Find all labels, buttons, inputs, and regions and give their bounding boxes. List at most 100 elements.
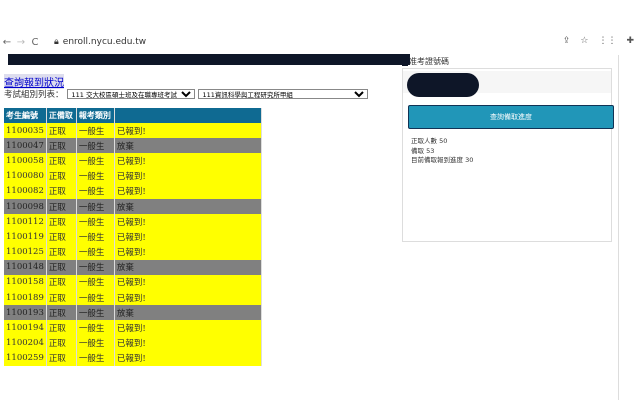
group-select[interactable]: 111資訊科學與工程研究所甲組 [197, 89, 368, 99]
table-row: 1100204 正取 一般生 已報到! [4, 335, 263, 351]
cell-status: 已報到! [114, 350, 263, 366]
cell-type: 正取 [46, 214, 77, 230]
cell-type: 正取 [46, 138, 77, 154]
cell-id: 1100204 [4, 335, 47, 351]
side-panel-edge [618, 55, 640, 400]
cell-id: 1100125 [4, 244, 47, 260]
cell-id: 1100058 [4, 153, 47, 169]
cell-type: 正取 [46, 290, 77, 306]
forward-button[interactable]: → [14, 37, 28, 48]
cell-cat: 一般生 [76, 198, 115, 215]
cell-id: 1100035 [4, 123, 47, 139]
cell-cat: 一般生 [76, 153, 115, 169]
table-row: 1100047 正取 一般生 放棄 [4, 138, 263, 154]
share-icon[interactable]: ⇪ [563, 36, 571, 46]
cell-status: 已報到! [114, 153, 263, 169]
cell-id: 1100194 [4, 320, 47, 336]
cell-cat: 一般生 [76, 229, 115, 245]
cell-id: 1100080 [4, 168, 47, 184]
cell-status: 放棄 [114, 138, 263, 154]
cell-cat: 一般生 [76, 274, 115, 291]
cell-type: 正取 [46, 274, 77, 291]
table-row: 1100058 正取 一般生 已報到! [4, 153, 263, 169]
table-row: 1100119 正取 一般生 已報到! [4, 229, 263, 245]
page-title[interactable]: 查詢報到狀況 [4, 74, 64, 89]
filter-label: 考試組別列表： [4, 90, 64, 100]
stats: 正取人數 50 備取 53 目前備取報到進度 30 [411, 137, 473, 166]
admission-number-label: 准考證號碼 [402, 56, 449, 67]
cell-type: 正取 [46, 259, 77, 275]
table-row: 1100259 正取 一般生 已報到! [4, 350, 263, 366]
cell-cat: 一般生 [76, 305, 115, 321]
col-header: 考生編號 [4, 108, 47, 123]
cell-id: 1100112 [4, 214, 47, 230]
cell-type: 正取 [46, 244, 77, 260]
cell-type: 正取 [46, 229, 77, 245]
redacted-bar [8, 54, 410, 65]
browser-toolbar: ← → C 🔒︎ enroll.nycu.edu.tw ⇪ ☆ ⋮⋮ ✚ [0, 30, 640, 54]
cell-status: 已報到! [114, 214, 263, 230]
cell-id: 1100047 [4, 138, 47, 154]
cell-type: 正取 [46, 335, 77, 351]
query-panel: 查詢備取進度 正取人數 50 備取 53 目前備取報到進度 30 [402, 68, 614, 242]
cell-status: 已報到! [114, 274, 263, 291]
cell-id: 1100158 [4, 274, 47, 291]
cell-cat: 一般生 [76, 335, 115, 351]
table-row: 1100189 正取 一般生 已報到! [4, 290, 263, 306]
cell-cat: 一般生 [76, 214, 115, 230]
cell-type: 正取 [46, 183, 77, 199]
table-row: 1100194 正取 一般生 已報到! [4, 320, 263, 336]
cell-status: 放棄 [114, 305, 263, 321]
cell-cat: 一般生 [76, 320, 115, 336]
star-icon[interactable]: ☆ [580, 36, 588, 46]
cell-status: 已報到! [114, 168, 263, 184]
cell-type: 正取 [46, 168, 77, 184]
table-row: 1100098 正取 一般生 放棄 [4, 198, 263, 215]
col-header [114, 108, 263, 123]
waitlist-progress: 目前備取報到進度 30 [411, 156, 474, 164]
cell-type: 正取 [46, 153, 77, 169]
cell-status: 已報到! [114, 320, 263, 336]
cell-type: 正取 [46, 320, 77, 336]
cell-id: 1100259 [4, 350, 47, 366]
lock-icon: 🔒︎ [54, 37, 59, 47]
cell-status: 已報到! [114, 183, 263, 199]
url-text: enroll.nycu.edu.tw [62, 37, 147, 47]
query-progress-button[interactable]: 查詢備取進度 [408, 105, 614, 129]
back-button[interactable]: ← [0, 37, 14, 48]
cell-cat: 一般生 [76, 123, 115, 139]
table-row: 1100035 正取 一般生 已報到! [4, 123, 263, 139]
cell-status: 放棄 [114, 259, 263, 275]
cell-id: 1100148 [4, 259, 47, 275]
cell-status: 已報到! [114, 335, 263, 351]
cell-type: 正取 [46, 305, 77, 321]
cell-status: 已報到! [114, 290, 263, 306]
table-row: 1100125 正取 一般生 已報到! [4, 244, 263, 260]
col-header: 正備取 [46, 108, 77, 123]
puzzle-icon[interactable]: ✚ [626, 36, 634, 46]
table-row: 1100112 正取 一般生 已報到! [4, 214, 263, 230]
cell-cat: 一般生 [76, 290, 115, 306]
waitlist-count: 備取 53 [411, 146, 435, 155]
exam-select[interactable]: 111 交大校區碩士班及在職專班考試 [66, 89, 195, 99]
cell-id: 1100193 [4, 305, 47, 321]
cell-cat: 一般生 [76, 350, 115, 366]
cell-status: 已報到! [114, 229, 263, 245]
table-row: 1100080 正取 一般生 已報到! [4, 168, 263, 184]
address-bar[interactable]: 🔒︎ enroll.nycu.edu.tw [54, 37, 146, 47]
cell-id: 1100119 [4, 229, 47, 245]
cell-status: 已報到! [114, 244, 263, 260]
cell-id: 1100098 [4, 198, 47, 215]
cell-cat: 一般生 [76, 244, 115, 260]
filter-row: 考試組別列表： 111 交大校區碩士班及在職專班考試 111資訊科學與工程研究所… [4, 88, 368, 100]
cell-id: 1100189 [4, 290, 47, 306]
cell-cat: 一般生 [76, 138, 115, 154]
admitted-count: 正取人數 50 [411, 137, 448, 145]
enrollment-table: 考生編號 正備取 報考類別 1100035 正取 一般生 已報到! 1100047 正取一… [4, 108, 263, 366]
table-row: 1100193 正取 一般生 放棄 [4, 305, 263, 321]
reload-button[interactable]: C [28, 37, 42, 48]
col-header: 報考類別 [76, 108, 115, 123]
cell-cat: 一般生 [76, 168, 115, 184]
redacted-input-value [407, 73, 479, 97]
extension-icon[interactable]: ⋮⋮ [598, 36, 616, 46]
